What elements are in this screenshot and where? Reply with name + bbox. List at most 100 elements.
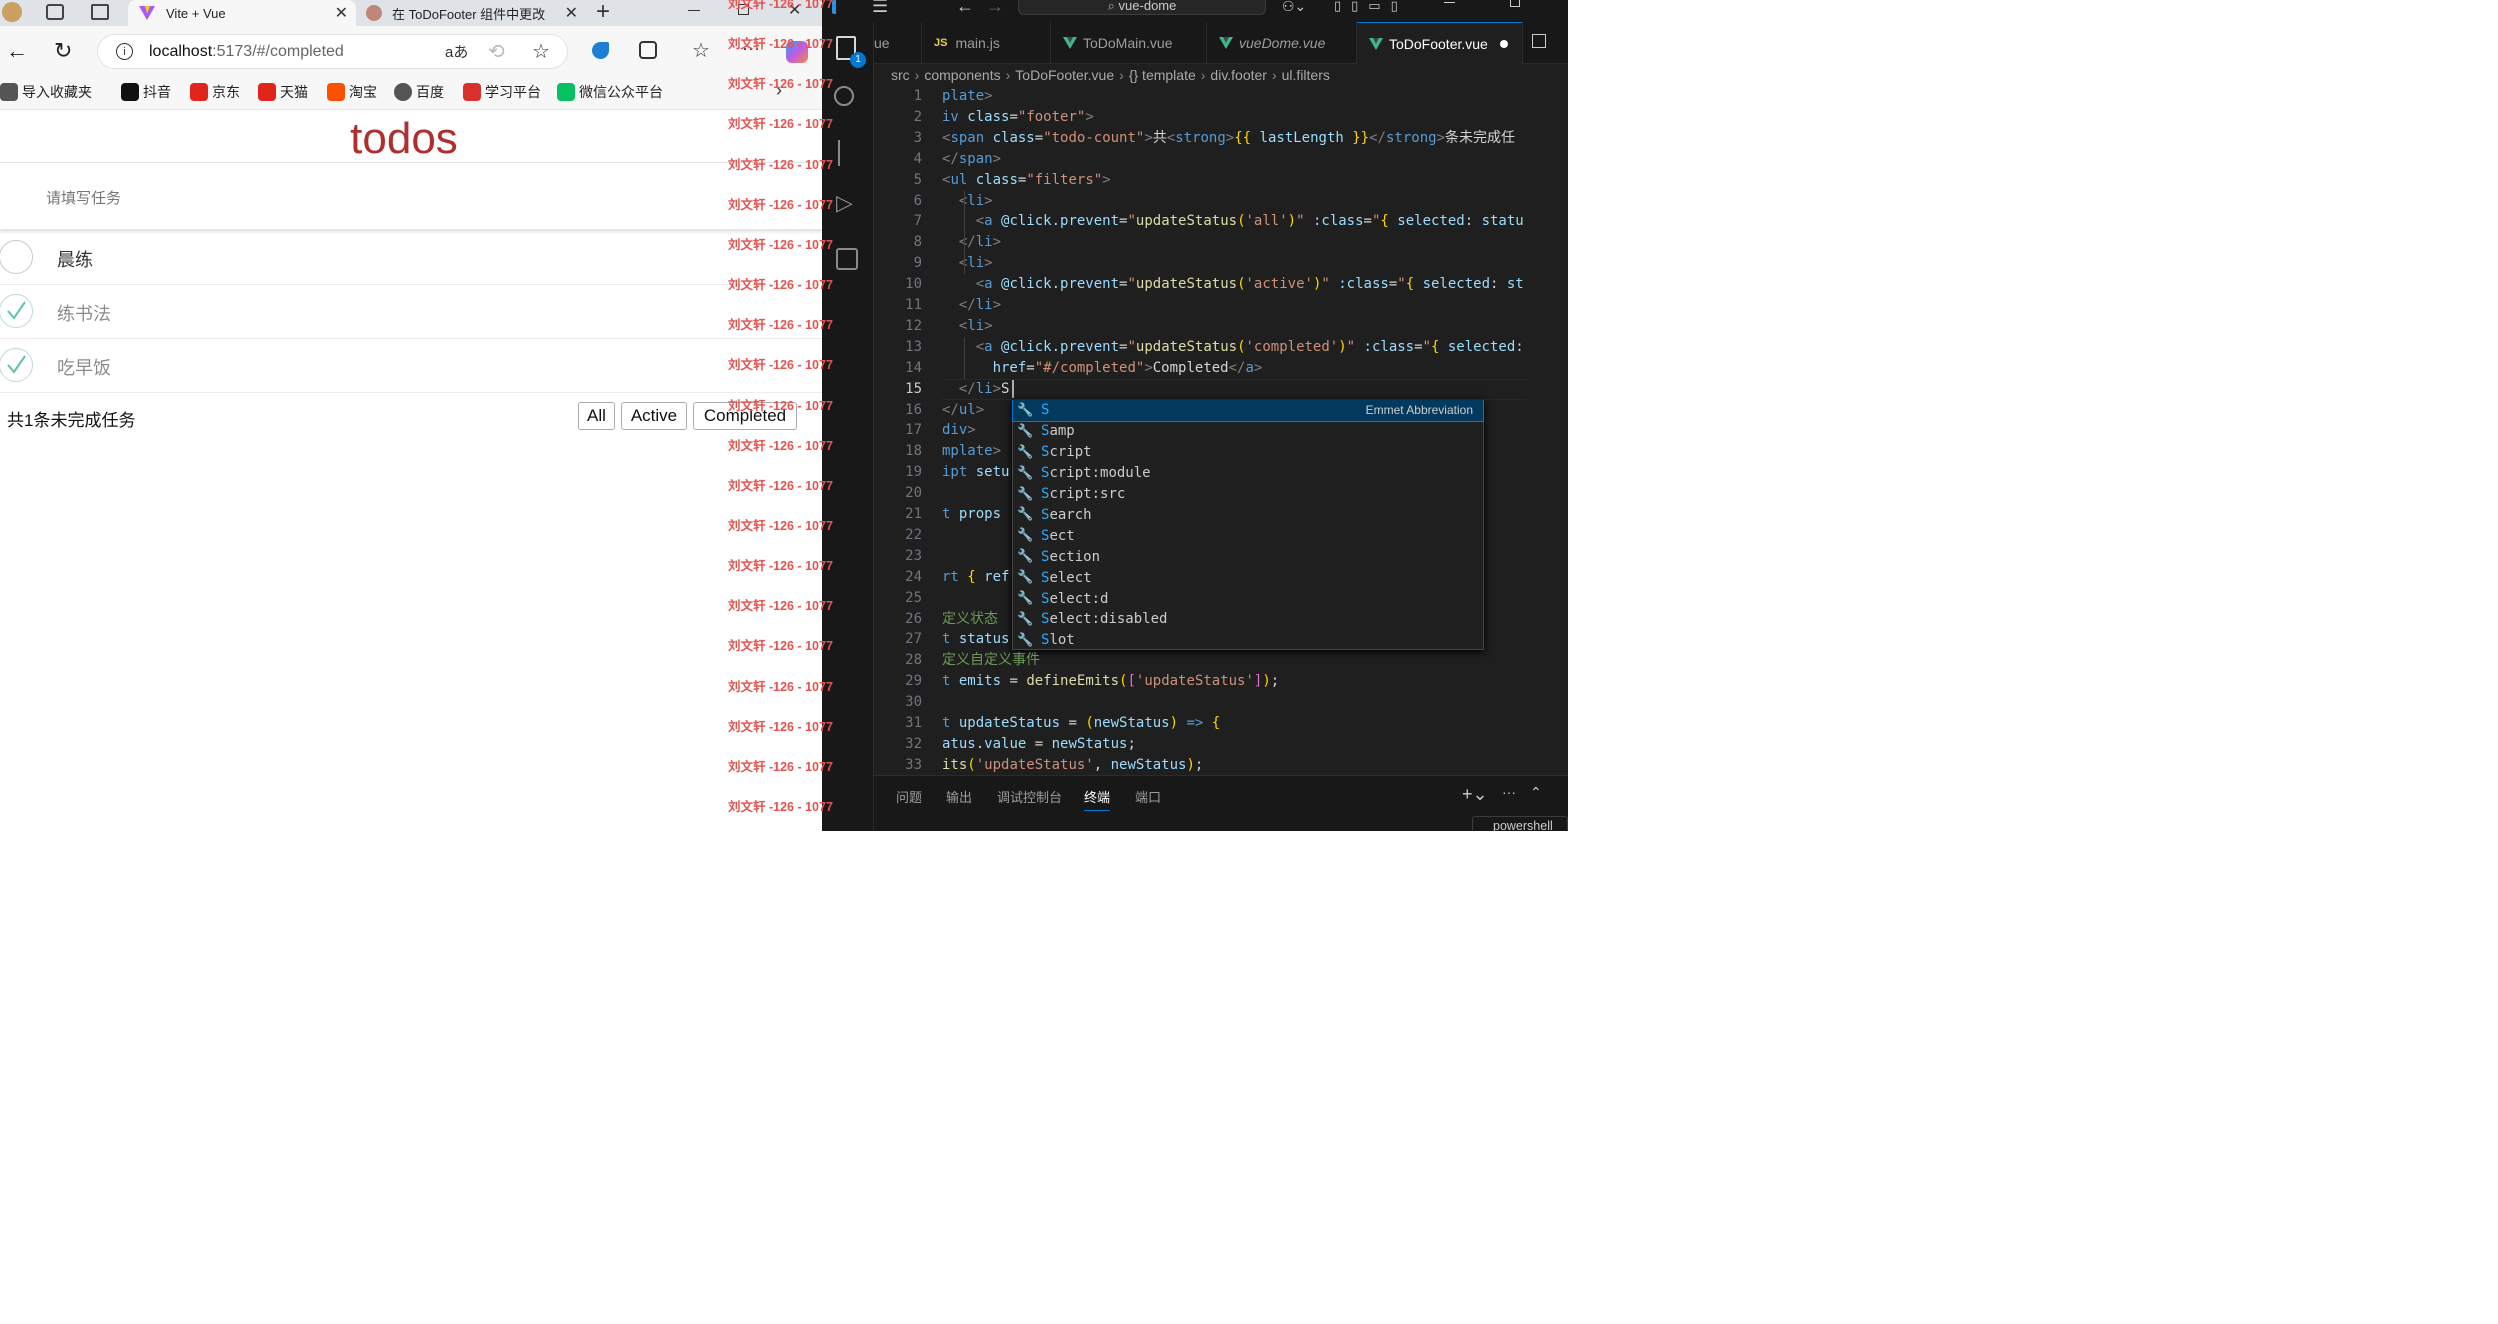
workspaces-icon[interactable] bbox=[46, 4, 64, 20]
code-line[interactable]: 定义状态 bbox=[942, 609, 1527, 630]
code-line[interactable] bbox=[942, 483, 1527, 504]
run-debug-icon[interactable]: ▷ bbox=[836, 192, 853, 214]
todo-checkbox[interactable] bbox=[0, 240, 33, 274]
code-line[interactable]: t emits = defineEmits(['updateStatus']); bbox=[942, 671, 1527, 692]
search-view-icon[interactable] bbox=[834, 86, 854, 106]
new-todo-input[interactable]: 请填写任务 bbox=[0, 162, 822, 230]
code-line[interactable]: rt { ref bbox=[942, 567, 1527, 588]
code-line[interactable]: <li> bbox=[942, 316, 1527, 337]
new-terminal-icon[interactable]: +⌄ bbox=[1462, 784, 1488, 805]
favorite-star-icon[interactable]: ☆ bbox=[532, 39, 550, 64]
filter-all-button[interactable]: All bbox=[578, 402, 615, 430]
source-control-icon[interactable] bbox=[838, 140, 844, 166]
code-line[interactable]: </li> bbox=[942, 232, 1527, 253]
copilot-chat-icon[interactable]: ⚇⌄ bbox=[1282, 0, 1306, 15]
back-icon[interactable]: ← bbox=[6, 38, 28, 64]
code-line[interactable]: its('updateStatus', newStatus); bbox=[942, 755, 1527, 776]
code-line[interactable]: </span> bbox=[942, 149, 1527, 170]
breadcrumb-item[interactable]: div.footer bbox=[1210, 67, 1267, 83]
nav-back-icon[interactable]: ← bbox=[956, 0, 974, 17]
code-line[interactable]: ipt setu bbox=[942, 462, 1527, 483]
bookmark-0[interactable]: 导入收藏夹 bbox=[0, 82, 92, 102]
code-line[interactable]: </ul> bbox=[942, 400, 1527, 421]
editor-tab-3[interactable]: vueDome.vue bbox=[1207, 22, 1357, 64]
edge-refresh-icon[interactable]: ⟲ bbox=[488, 39, 505, 64]
breadcrumb-item[interactable]: ToDoFooter.vue bbox=[1015, 67, 1114, 83]
code-line[interactable]: <a @click.prevent="updateStatus('all')" … bbox=[942, 211, 1527, 232]
code-line[interactable]: <ul class="filters"> bbox=[942, 170, 1527, 191]
code-line[interactable]: <li> bbox=[942, 253, 1527, 274]
code-line[interactable]: </li>S bbox=[942, 379, 1527, 400]
read-aloud-icon[interactable]: aあ bbox=[445, 41, 468, 62]
panel-tab-0[interactable]: 问题 bbox=[896, 787, 922, 806]
layout-icons[interactable]: ▯▯▭▯ bbox=[1334, 0, 1408, 14]
menu-icon[interactable]: ☰ bbox=[872, 0, 888, 15]
code-line[interactable]: 定义自定义事件 bbox=[942, 650, 1527, 671]
panel-maximize-icon[interactable]: ⌃ bbox=[1530, 784, 1542, 801]
new-tab-icon[interactable]: + bbox=[596, 0, 610, 24]
split-editor-icon[interactable] bbox=[1532, 34, 1546, 48]
code-line[interactable]: t updateStatus = (newStatus) => { bbox=[942, 713, 1527, 734]
code-line[interactable] bbox=[942, 692, 1527, 713]
code-line[interactable]: </li> bbox=[942, 295, 1527, 316]
command-center-search[interactable]: ⌕ vue-dome bbox=[1018, 0, 1266, 15]
site-info-icon[interactable]: i bbox=[116, 43, 133, 60]
vs-minimize-icon[interactable] bbox=[1444, 2, 1455, 3]
panel-tab-2[interactable]: 调试控制台 bbox=[997, 787, 1062, 806]
bookmark-3[interactable]: 天猫 bbox=[258, 82, 308, 102]
panel-tab-4[interactable]: 端口 bbox=[1135, 787, 1161, 806]
minimize-icon[interactable] bbox=[688, 10, 700, 11]
panel-tab-1[interactable]: 输出 bbox=[946, 787, 972, 806]
browser-tab-chat[interactable]: 在 ToDoFooter 组件中更改 ✕ bbox=[358, 0, 584, 26]
completed-checkbox[interactable] bbox=[0, 294, 33, 328]
editor-tab-0[interactable]: ue bbox=[874, 22, 922, 64]
profile-avatar[interactable] bbox=[2, 2, 22, 22]
code-line[interactable]: <a @click.prevent="updateStatus('active'… bbox=[942, 274, 1527, 295]
bookmark-7[interactable]: 微信公众平台 bbox=[557, 82, 663, 102]
breadcrumb-item[interactable]: ul.filters bbox=[1282, 67, 1330, 83]
code-line[interactable] bbox=[942, 588, 1527, 609]
favorites-icon[interactable]: ☆ bbox=[692, 38, 710, 63]
panel-tab-3[interactable]: 终端 bbox=[1084, 787, 1111, 811]
address-bar[interactable]: i localhost:5173/#/completed aあ ⟲ ☆ bbox=[97, 34, 568, 69]
todo-item[interactable]: 练书法 bbox=[0, 285, 822, 339]
breadcrumb-item[interactable]: components bbox=[924, 67, 1000, 83]
close-tab-icon[interactable]: ✕ bbox=[564, 3, 578, 23]
browser-tab-vite-vue[interactable]: Vite + Vue ✕ bbox=[128, 0, 356, 26]
code-line[interactable]: iv class="footer"> bbox=[942, 107, 1527, 128]
breadcrumb-item[interactable]: src bbox=[891, 67, 910, 83]
code-line[interactable] bbox=[942, 525, 1527, 546]
code-line[interactable] bbox=[942, 546, 1527, 567]
extensions-view-icon[interactable] bbox=[836, 248, 858, 270]
code-line[interactable]: t props bbox=[942, 504, 1527, 525]
code-line[interactable]: <span class="todo-count">共<strong>{{ las… bbox=[942, 128, 1527, 149]
todo-item[interactable]: 吃早饭 bbox=[0, 339, 822, 393]
extension-bird-icon[interactable] bbox=[592, 42, 609, 59]
code-line[interactable]: <a @click.prevent="updateStatus('complet… bbox=[942, 337, 1527, 358]
editor-tab-2[interactable]: ToDoMain.vue bbox=[1051, 22, 1207, 64]
refresh-icon[interactable]: ↻ bbox=[54, 38, 72, 64]
tab-actions-icon[interactable] bbox=[91, 4, 109, 20]
panel-more-icon[interactable]: ··· bbox=[1502, 784, 1516, 800]
bookmark-6[interactable]: 学习平台 bbox=[463, 82, 541, 102]
close-tab-icon[interactable]: ✕ bbox=[335, 3, 348, 23]
bookmark-5[interactable]: 百度 bbox=[394, 82, 444, 102]
code-line[interactable]: href="#/completed">Completed</a> bbox=[942, 358, 1527, 379]
breadcrumb-item[interactable]: {} template bbox=[1129, 67, 1196, 83]
code-line[interactable]: <li> bbox=[942, 191, 1527, 212]
editor-tab-4[interactable]: ToDoFooter.vue bbox=[1357, 22, 1523, 64]
terminal-instance[interactable]: powershell bbox=[1472, 816, 1568, 831]
nav-forward-icon[interactable]: → bbox=[986, 0, 1004, 17]
filter-active-button[interactable]: Active bbox=[621, 402, 687, 430]
bookmark-2[interactable]: 京东 bbox=[190, 82, 240, 102]
editor-tab-1[interactable]: JS main.js bbox=[922, 22, 1051, 64]
code-line[interactable]: t status bbox=[942, 629, 1527, 650]
vs-maximize-icon[interactable] bbox=[1510, 0, 1520, 7]
code-line[interactable]: mplate> bbox=[942, 441, 1527, 462]
code-line[interactable]: atus.value = newStatus; bbox=[942, 734, 1527, 755]
code-line[interactable]: plate> bbox=[942, 86, 1527, 107]
code-line[interactable]: div> bbox=[942, 420, 1527, 441]
unsaved-dot-icon[interactable] bbox=[1499, 39, 1508, 48]
bookmark-1[interactable]: 抖音 bbox=[121, 82, 171, 102]
completed-checkbox[interactable] bbox=[0, 348, 33, 382]
